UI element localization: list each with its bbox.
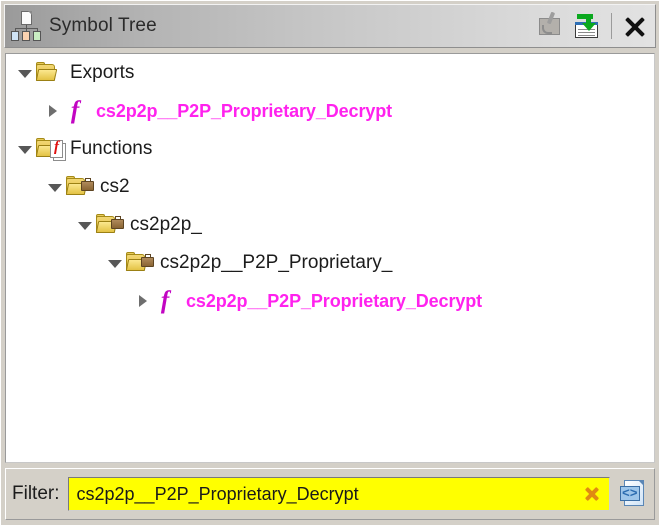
tree-node-label: Exports xyxy=(70,62,135,83)
folder-namespace-icon xyxy=(65,176,94,198)
chevron-down-icon[interactable] xyxy=(16,140,34,158)
chevron-down-icon[interactable] xyxy=(16,64,34,82)
filter-input-value: cs2p2p__P2P_Proprietary_Decrypt xyxy=(76,483,359,504)
tree-node-function-decrypt[interactable]: f cs2p2p__P2P_Proprietary_Decrypt xyxy=(6,282,654,320)
symbol-tree-view[interactable]: Exports f cs2p2p__P2P_Proprietary_Decryp… xyxy=(5,53,655,463)
toolbar-divider xyxy=(611,13,612,39)
tree-node-label: cs2 xyxy=(100,176,130,197)
close-icon[interactable] xyxy=(621,11,649,41)
folder-namespace-icon xyxy=(125,252,154,274)
tree-node-exports[interactable]: Exports xyxy=(6,54,654,92)
filter-bar: Filter: cs2p2p__P2P_Proprietary_Decrypt … xyxy=(5,468,655,520)
filter-input[interactable]: cs2p2p__P2P_Proprietary_Decrypt xyxy=(67,477,610,511)
snapshot-icon[interactable] xyxy=(572,11,602,41)
tree-node-label: Functions xyxy=(70,138,153,159)
tree-node-export-function[interactable]: f cs2p2p__P2P_Proprietary_Decrypt xyxy=(6,92,654,130)
tree-node-label: cs2p2p_ xyxy=(130,214,202,235)
window-titlebar: Symbol Tree xyxy=(4,4,656,48)
tree-node-label: cs2p2p__P2P_Proprietary_ xyxy=(160,252,393,273)
tree-node-functions[interactable]: f Functions xyxy=(6,130,654,168)
tree-node-namespace-proprietary[interactable]: cs2p2p__P2P_Proprietary_ xyxy=(6,244,654,282)
pin-icon[interactable] xyxy=(536,11,566,41)
chevron-right-icon[interactable] xyxy=(134,292,152,310)
filter-options-icon[interactable]: <> xyxy=(618,478,648,510)
tree-node-label: cs2p2p__P2P_Proprietary_Decrypt xyxy=(186,290,483,311)
tree-node-namespace-cs2p2p[interactable]: cs2p2p_ xyxy=(6,206,654,244)
filter-label: Filter: xyxy=(12,483,60,504)
function-icon: f xyxy=(70,97,80,124)
folder-open-icon xyxy=(35,62,64,84)
chevron-down-icon[interactable] xyxy=(76,216,94,234)
page-title: Symbol Tree xyxy=(49,15,157,36)
clear-filter-icon[interactable] xyxy=(583,485,601,503)
titlebar-actions xyxy=(536,11,649,41)
function-icon: f xyxy=(160,287,170,314)
folder-functions-icon: f xyxy=(35,138,66,161)
folder-namespace-icon xyxy=(95,214,124,236)
chevron-right-icon[interactable] xyxy=(44,102,62,120)
tree-node-namespace-cs2[interactable]: cs2 xyxy=(6,168,654,206)
symbol-tree-icon xyxy=(11,11,41,41)
symbol-tree-window: Symbol Tree Exports f cs2p2p__P2P_Propri… xyxy=(0,0,660,526)
chevron-down-icon[interactable] xyxy=(46,178,64,196)
tree-node-label: cs2p2p__P2P_Proprietary_Decrypt xyxy=(96,100,393,121)
chevron-down-icon[interactable] xyxy=(106,254,124,272)
